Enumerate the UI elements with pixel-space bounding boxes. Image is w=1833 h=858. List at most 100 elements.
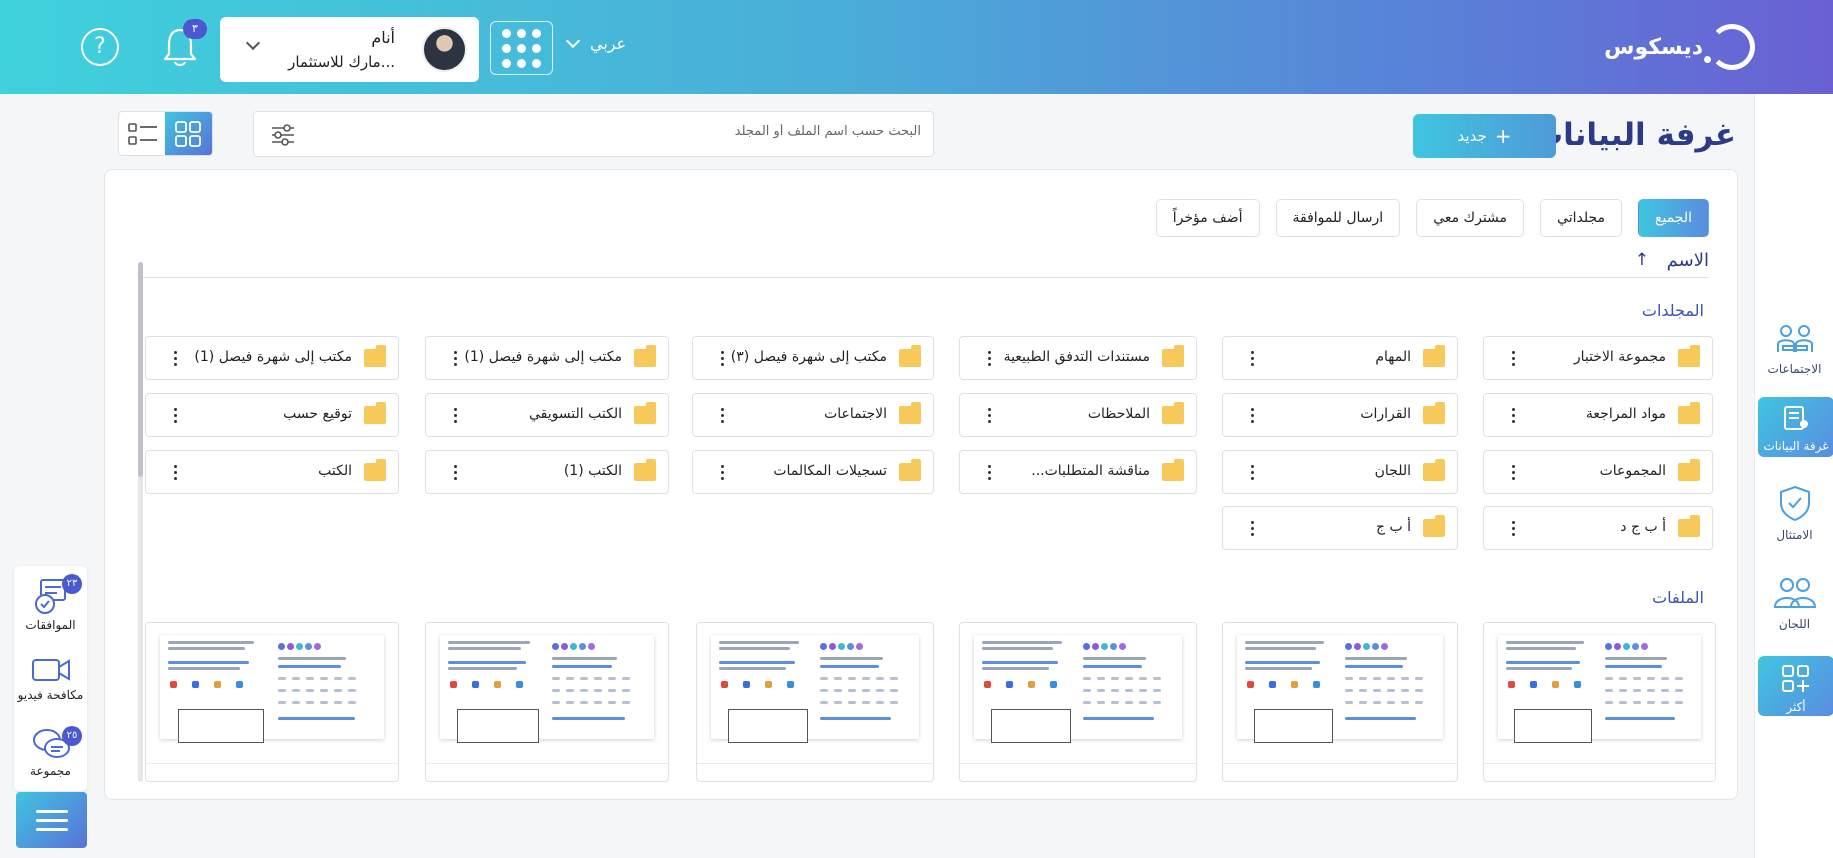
- data-room-icon: [1784, 406, 1808, 430]
- more-options-icon[interactable]: [1512, 521, 1515, 537]
- search-box: [253, 111, 934, 157]
- more-options-icon[interactable]: [721, 351, 724, 367]
- folder-icon: [1162, 402, 1184, 424]
- sidebar-item-data-room[interactable]: غرفة البيانات: [1758, 397, 1833, 457]
- sidebar-item-label: أكثر: [1786, 700, 1806, 714]
- folder-item[interactable]: أ ب ج: [1222, 506, 1458, 550]
- filter-sliders-icon[interactable]: [270, 123, 296, 147]
- folder-item[interactable]: مكتب إلى شهرة فيصل (1): [425, 336, 669, 380]
- more-options-icon[interactable]: [721, 465, 724, 481]
- file-footer: [1484, 763, 1715, 781]
- more-options-icon[interactable]: [721, 408, 724, 424]
- file-card[interactable]: [1483, 622, 1716, 782]
- tab-my-folders[interactable]: مجلداتي: [1540, 199, 1623, 237]
- folder-item[interactable]: اللجان: [1222, 450, 1458, 494]
- folder-name: الكتب التسويقي: [528, 406, 622, 422]
- folder-name: الملاحظات: [1087, 406, 1150, 422]
- file-card[interactable]: [959, 622, 1197, 782]
- more-options-icon[interactable]: [988, 351, 991, 367]
- language-label: عربي: [590, 34, 627, 53]
- more-options-icon[interactable]: [454, 351, 457, 367]
- folder-icon: [364, 459, 386, 481]
- more-options-icon[interactable]: [1512, 465, 1515, 481]
- folder-item[interactable]: المجموعات: [1483, 450, 1713, 494]
- tab-shared-with-me[interactable]: مشترك معي: [1416, 199, 1525, 237]
- dot: [532, 58, 541, 68]
- file-card[interactable]: [425, 622, 669, 782]
- hamburger-menu-button[interactable]: [16, 792, 87, 848]
- top-header: ديسكوس عربي أنام مارك للاستثمار... ٣ ?: [0, 0, 1833, 94]
- arrow-up-icon[interactable]: ↑: [1635, 250, 1649, 270]
- sidebar-item-committees[interactable]: اللجان: [1755, 575, 1833, 631]
- folder-item[interactable]: أ ب ج د: [1483, 506, 1713, 550]
- more-options-icon[interactable]: [988, 408, 991, 424]
- tab-sent-for-approval[interactable]: ارسال للموافقة: [1275, 199, 1401, 237]
- file-footer: [146, 763, 398, 781]
- sidebar-item-more[interactable]: أكثر: [1758, 656, 1833, 716]
- tab-recently-added[interactable]: أضف مؤخراً: [1155, 199, 1260, 237]
- scrollbar-thumb[interactable]: [138, 262, 143, 477]
- search-input[interactable]: [321, 124, 921, 139]
- plus-icon: +: [1494, 124, 1512, 148]
- folder-item[interactable]: مجموعة الاختبار: [1483, 336, 1713, 380]
- chevron-down-icon: [565, 33, 581, 49]
- grid-view-button[interactable]: [165, 112, 212, 155]
- more-options-icon[interactable]: [1251, 408, 1254, 424]
- file-card[interactable]: [1222, 622, 1458, 782]
- folder-icon: [364, 402, 386, 424]
- folder-item[interactable]: الاجتماعات: [692, 393, 934, 437]
- logo[interactable]: ديسكوس: [1604, 22, 1755, 72]
- group-label: مجموعة: [30, 764, 71, 778]
- folder-item[interactable]: القرارات: [1222, 393, 1458, 437]
- video-conference-button[interactable]: مكافحة فيديو: [14, 654, 87, 702]
- folder-item[interactable]: مكتب إلى شهرة فيصل (٣): [692, 336, 934, 380]
- user-menu[interactable]: أنام مارك للاستثمار...: [220, 17, 479, 82]
- sort-by-name[interactable]: الاسم: [1667, 250, 1709, 271]
- sidebar-item-compliance[interactable]: الامتثال: [1755, 484, 1833, 542]
- file-card[interactable]: [145, 622, 399, 782]
- help-icon[interactable]: ?: [81, 28, 119, 66]
- folder-item[interactable]: الملاحظات: [959, 393, 1197, 437]
- file-card[interactable]: [696, 622, 934, 782]
- scrollbar[interactable]: [138, 262, 143, 782]
- folder-name: المجموعات: [1599, 463, 1666, 479]
- apps-grid-button[interactable]: [490, 21, 553, 75]
- new-button[interactable]: جديد +: [1413, 114, 1556, 158]
- more-options-icon[interactable]: [988, 465, 991, 481]
- file-footer: [426, 763, 668, 781]
- file-thumbnail: [711, 635, 919, 743]
- sidebar-item-meetings[interactable]: الاجتماعات: [1755, 322, 1833, 376]
- more-options-icon[interactable]: [174, 465, 177, 481]
- folder-item[interactable]: الكتب (1): [425, 450, 669, 494]
- user-org: مارك للاستثمار...: [288, 53, 395, 71]
- notification-badge: ٣: [183, 19, 207, 39]
- more-options-icon[interactable]: [1512, 408, 1515, 424]
- more-options-icon[interactable]: [1512, 351, 1515, 367]
- folder-icon: [1423, 515, 1445, 537]
- more-options-icon[interactable]: [174, 351, 177, 367]
- more-options-icon[interactable]: [454, 465, 457, 481]
- folder-item[interactable]: مكتب إلى شهرة فيصل (1): [145, 336, 399, 380]
- folder-item[interactable]: مستندات التدفق الطبيعية: [959, 336, 1197, 380]
- folder-item[interactable]: مواد المراجعة: [1483, 393, 1713, 437]
- tab-all[interactable]: الجميع: [1638, 199, 1709, 237]
- folder-name: مواد المراجعة: [1585, 406, 1666, 422]
- folder-icon: [1423, 345, 1445, 367]
- folder-item[interactable]: تسجيلات المكالمات: [692, 450, 934, 494]
- folder-icon: [1678, 459, 1700, 481]
- more-options-icon[interactable]: [1251, 351, 1254, 367]
- folder-item[interactable]: الكتب التسويقي: [425, 393, 669, 437]
- folder-item[interactable]: توقيع حسب: [145, 393, 399, 437]
- more-options-icon[interactable]: [454, 408, 457, 424]
- list-view-button[interactable]: [119, 112, 167, 155]
- folder-name: مكتب إلى شهرة فيصل (1): [464, 349, 622, 365]
- more-options-icon[interactable]: [174, 408, 177, 424]
- more-options-icon[interactable]: [1251, 465, 1254, 481]
- committees-icon: [1773, 578, 1816, 608]
- language-selector[interactable]: عربي: [565, 33, 627, 53]
- folder-item[interactable]: الكتب: [145, 450, 399, 494]
- more-options-icon[interactable]: [1251, 521, 1254, 537]
- folder-item[interactable]: مناقشة المتطلبات...: [959, 450, 1197, 494]
- dot: [532, 28, 541, 38]
- folder-item[interactable]: المهام: [1222, 336, 1458, 380]
